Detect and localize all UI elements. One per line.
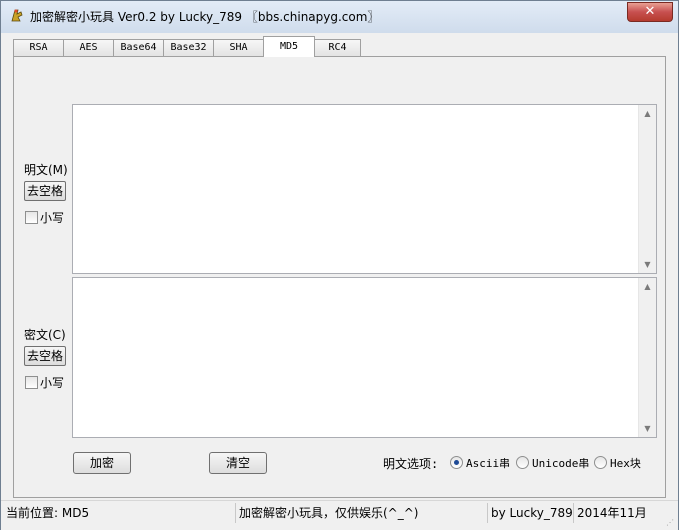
scroll-down-icon[interactable]: ▼: [643, 260, 652, 269]
radio-ascii-label: Ascii串: [466, 457, 511, 470]
tab-rsa[interactable]: RSA: [13, 39, 64, 56]
title-bar[interactable]: 加密解密小玩具 Ver0.2 by Lucky_789 〖bbs.chinapy…: [1, 1, 678, 33]
ciphertext-label: 密文(C): [24, 328, 66, 342]
status-author: by Lucky_789: [488, 503, 574, 523]
app-icon: [11, 9, 23, 22]
scroll-down-icon[interactable]: ▼: [643, 424, 652, 433]
tab-base32[interactable]: Base32: [163, 39, 214, 56]
status-bar: 当前位置: MD5 加密解密小玩具，仅供娱乐(^_^) by Lucky_789…: [1, 500, 678, 530]
clear-button[interactable]: 清空: [209, 452, 267, 474]
main-window: 加密解密小玩具 Ver0.2 by Lucky_789 〖bbs.chinapy…: [0, 0, 679, 530]
tab-aes[interactable]: AES: [63, 39, 114, 56]
plaintext-options-label: 明文选项:: [383, 457, 439, 471]
plaintext-memo[interactable]: ▲ ▼: [72, 104, 657, 274]
checkbox-box[interactable]: [25, 376, 38, 389]
checkbox-box[interactable]: [25, 211, 38, 224]
radio-hex-label: Hex块: [610, 457, 641, 470]
radio-unicode-label: Unicode串: [532, 457, 590, 470]
encrypt-button[interactable]: 加密: [73, 452, 131, 474]
scroll-up-icon[interactable]: ▲: [643, 109, 652, 118]
radio-dot[interactable]: [516, 456, 529, 469]
ciphertext-strip-spaces-button[interactable]: 去空格: [24, 346, 67, 366]
tab-sha[interactable]: SHA: [213, 39, 264, 56]
plaintext-label: 明文(M): [24, 163, 68, 177]
radio-dot[interactable]: [450, 456, 463, 469]
plaintext-lowercase-label: 小写: [40, 211, 65, 225]
radio-hex[interactable]: Hex块: [594, 455, 641, 471]
ciphertext-scrollbar[interactable]: ▲ ▼: [638, 278, 656, 437]
window-title: 加密解密小玩具 Ver0.2 by Lucky_789 〖bbs.chinapy…: [30, 10, 380, 24]
radio-dot[interactable]: [594, 456, 607, 469]
radio-ascii[interactable]: Ascii串: [450, 455, 510, 471]
ciphertext-memo[interactable]: ▲ ▼: [72, 277, 657, 438]
tab-base64[interactable]: Base64: [113, 39, 164, 56]
tab-md5[interactable]: MD5: [263, 36, 315, 57]
status-tagline: 加密解密小玩具，仅供娱乐(^_^): [236, 503, 488, 523]
status-date: 2014年11月: [577, 506, 647, 520]
plaintext-lowercase-checkbox[interactable]: 小写: [25, 209, 64, 226]
close-icon: ✕: [644, 4, 656, 19]
radio-unicode[interactable]: Unicode串: [516, 455, 589, 471]
md5-tab-panel: ▲ ▼ 明文(M) 去空格 小写 ▲ ▼ 密文(C) 去空格 小写 加密 清空 …: [13, 56, 666, 498]
status-location: 当前位置: MD5: [3, 503, 236, 523]
client-area: RSA AES Base64 Base32 SHA MD5 RC4 ▲ ▼ 明文…: [8, 33, 671, 498]
ciphertext-lowercase-checkbox[interactable]: 小写: [25, 374, 64, 391]
resize-grip-icon[interactable]: ⋰: [666, 518, 676, 528]
plaintext-strip-spaces-button[interactable]: 去空格: [24, 181, 67, 201]
ciphertext-lowercase-label: 小写: [40, 376, 65, 390]
close-button[interactable]: ✕: [627, 2, 673, 22]
plaintext-scrollbar[interactable]: ▲ ▼: [638, 105, 656, 273]
tab-rc4[interactable]: RC4: [314, 39, 361, 56]
scroll-up-icon[interactable]: ▲: [643, 282, 652, 291]
